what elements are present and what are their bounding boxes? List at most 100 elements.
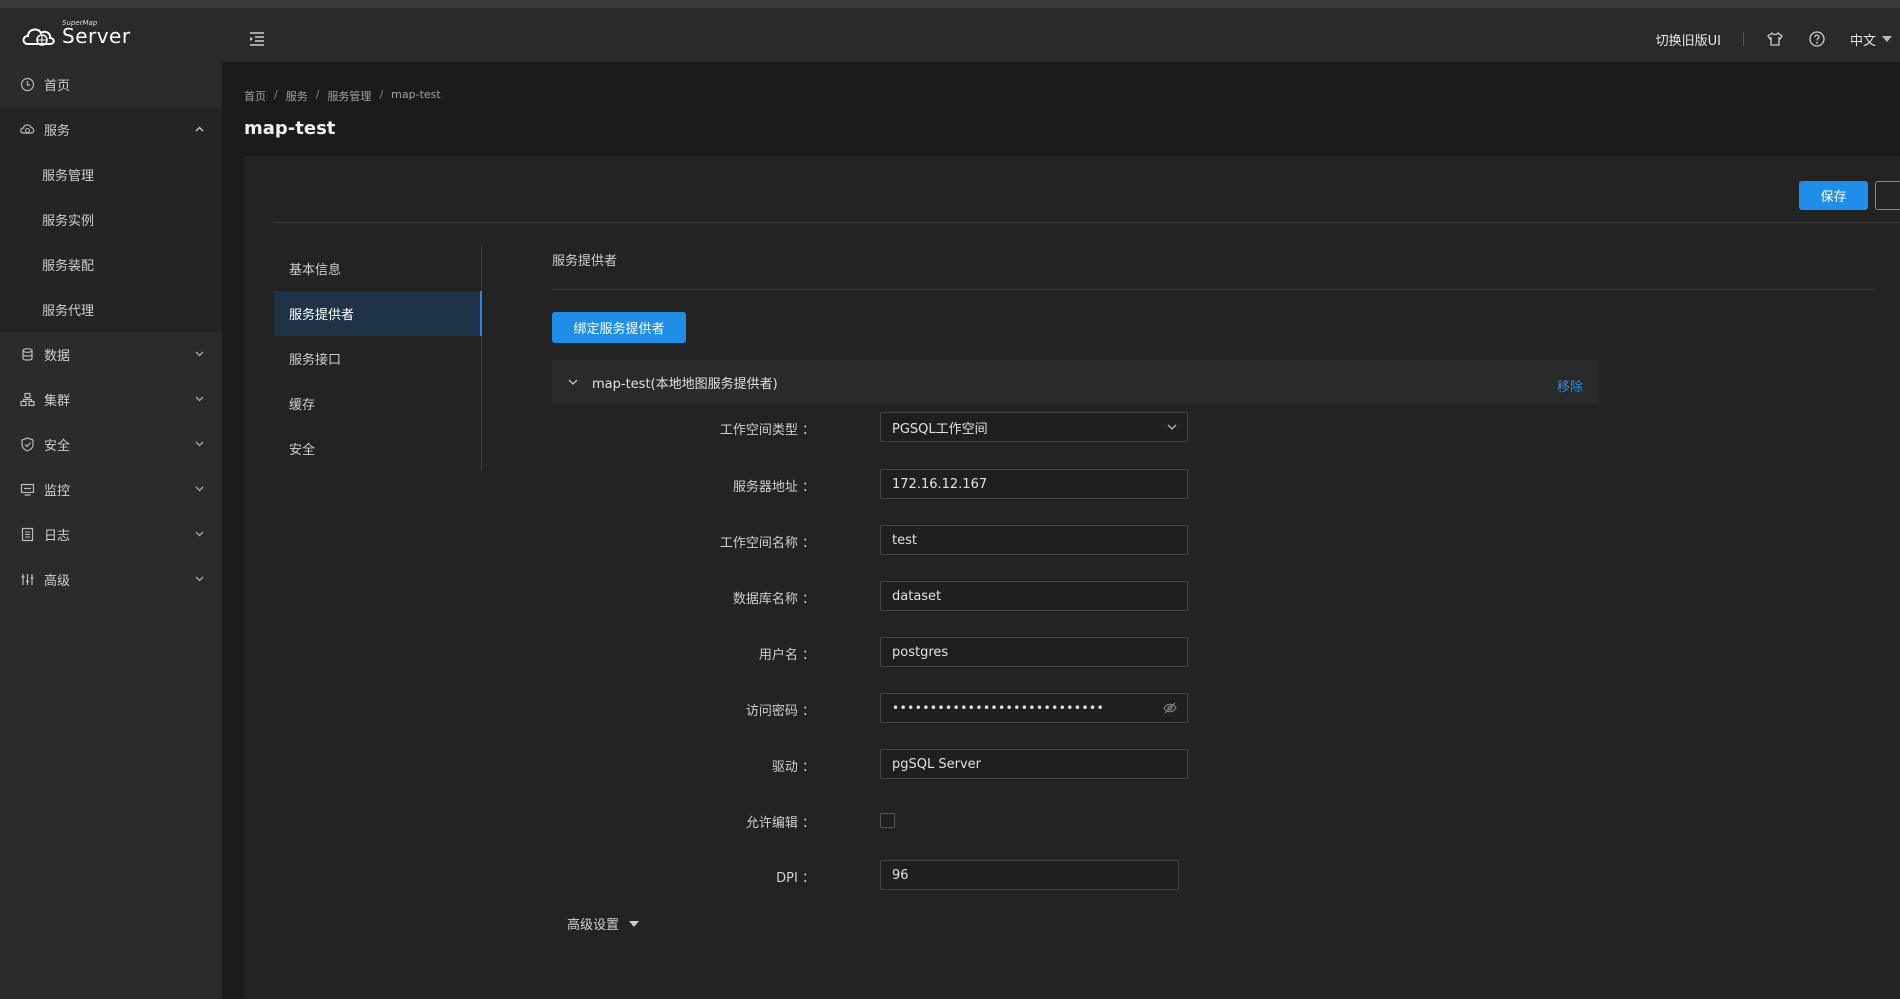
logo: SuperMap Server bbox=[20, 19, 131, 48]
form-row-allow-edit: 允许编辑 ： bbox=[552, 805, 1252, 835]
advanced-settings-toggle[interactable]: 高级设置 bbox=[567, 914, 640, 933]
chevron-up-icon bbox=[195, 126, 204, 132]
eye-hidden-icon[interactable] bbox=[1163, 702, 1177, 714]
sidebar-item-log[interactable]: 日志 bbox=[0, 512, 222, 557]
chevron-down-icon bbox=[568, 379, 578, 385]
advanced-icon bbox=[21, 574, 34, 585]
cluster-icon bbox=[20, 392, 35, 407]
sidebar-item-label: 数据 bbox=[44, 349, 71, 364]
form-row-workspace-name: 工作空间名称 ： test bbox=[552, 525, 1252, 555]
server-address-label: 服务器地址 ： bbox=[732, 480, 815, 495]
sidebar-item-monitor[interactable]: 监控 bbox=[0, 467, 222, 512]
log-icon bbox=[21, 527, 34, 542]
allow-edit-checkbox[interactable] bbox=[880, 813, 895, 828]
breadcrumb: 首页 / 服务 / 服务管理 / map-test bbox=[244, 88, 441, 104]
sidebar-item-service-management[interactable]: 服务管理 bbox=[0, 152, 222, 197]
app-root: SuperMap Server 切换旧版UI 中文 首页 服务 服务管理 服务实… bbox=[0, 0, 1900, 999]
sidebar: 首页 服务 服务管理 服务实例 服务装配 服务代理 数据 集群 安全 监控 日志… bbox=[0, 62, 222, 999]
sidebar-item-label: 日志 bbox=[44, 529, 71, 544]
server-address-input[interactable]: 172.16.12.167 bbox=[880, 469, 1188, 499]
tab-service-provider[interactable]: 服务提供者 bbox=[274, 291, 482, 336]
password-label: 访问密码 ： bbox=[745, 704, 815, 719]
section-divider bbox=[552, 289, 1874, 290]
help-icon[interactable] bbox=[1808, 30, 1826, 48]
database-icon bbox=[22, 348, 33, 361]
workspace-name-label: 工作空间名称 ： bbox=[719, 536, 815, 551]
chevron-down-icon bbox=[195, 531, 204, 537]
database-name-label: 数据库名称 ： bbox=[732, 592, 815, 607]
workspace-type-select[interactable]: PGSQL工作空间 bbox=[880, 412, 1188, 442]
secondary-action-button[interactable] bbox=[1875, 181, 1900, 210]
cloud-logo-icon bbox=[22, 28, 55, 46]
sidebar-item-label: 安全 bbox=[44, 439, 71, 454]
username-input[interactable]: postgres bbox=[880, 637, 1188, 667]
tab-basic-info[interactable]: 基本信息 bbox=[274, 246, 481, 291]
provider-panel-header[interactable]: map-test(本地地图服务提供者) bbox=[552, 360, 1599, 404]
sidebar-item-label: 首页 bbox=[44, 79, 71, 94]
bind-provider-button[interactable]: 绑定服务提供者 bbox=[552, 312, 686, 343]
switch-old-ui-link[interactable]: 切换旧版UI bbox=[1656, 30, 1721, 49]
chevron-down-icon bbox=[195, 576, 204, 582]
language-select[interactable]: 中文 bbox=[1850, 30, 1892, 49]
monitor-icon bbox=[20, 483, 35, 496]
chevron-down-icon bbox=[195, 486, 204, 492]
driver-input[interactable]: pgSQL Server bbox=[880, 749, 1188, 779]
sidebar-item-service-assembly[interactable]: 服务装配 bbox=[0, 242, 222, 287]
form-row-workspace-type: 工作空间类型 ： PGSQL工作空间 bbox=[552, 412, 1252, 442]
form-row-server-address: 服务器地址 ： 172.16.12.167 bbox=[552, 469, 1252, 499]
logo-small-text: SuperMap bbox=[62, 19, 98, 27]
sidebar-item-advanced[interactable]: 高级 bbox=[0, 557, 222, 602]
sidebar-item-service-proxy[interactable]: 服务代理 bbox=[0, 287, 222, 332]
sidebar-item-cluster[interactable]: 集群 bbox=[0, 377, 222, 422]
form-row-database-name: 数据库名称 ： dataset bbox=[552, 581, 1252, 611]
home-icon bbox=[20, 77, 35, 92]
breadcrumb-service[interactable]: 服务 bbox=[286, 88, 308, 104]
top-header: SuperMap Server 切换旧版UI 中文 bbox=[0, 0, 1900, 62]
sidebar-item-service-instances[interactable]: 服务实例 bbox=[0, 197, 222, 242]
caret-down-icon bbox=[629, 920, 640, 927]
dpi-input[interactable]: 96 bbox=[880, 860, 1179, 890]
menu-toggle-icon[interactable] bbox=[248, 30, 266, 48]
section-title: 服务提供者 bbox=[552, 254, 618, 269]
divider bbox=[274, 222, 1900, 223]
breadcrumb-current: map-test bbox=[391, 88, 441, 101]
breadcrumb-home[interactable]: 首页 bbox=[244, 88, 266, 104]
sidebar-item-security[interactable]: 安全 bbox=[0, 422, 222, 467]
sidebar-item-label: 高级 bbox=[44, 574, 71, 589]
shirt-theme-icon[interactable] bbox=[1766, 30, 1784, 48]
save-button[interactable]: 保存 bbox=[1799, 181, 1868, 210]
advanced-settings-label: 高级设置 bbox=[567, 918, 620, 933]
dpi-label: DPI ： bbox=[776, 871, 815, 886]
form-row-driver: 驱动 ： pgSQL Server bbox=[552, 749, 1252, 779]
workspace-type-value: PGSQL工作空间 bbox=[892, 421, 988, 437]
tab-security[interactable]: 安全 bbox=[274, 426, 481, 471]
sidebar-item-label: 集群 bbox=[44, 394, 71, 409]
sidebar-item-label: 监控 bbox=[44, 484, 71, 499]
workspace-name-input[interactable]: test bbox=[880, 525, 1188, 555]
logo-text: Server bbox=[62, 24, 131, 48]
form-row-dpi: DPI ： 96 bbox=[552, 860, 1252, 890]
settings-tabs: 基本信息 服务提供者 服务接口 缓存 安全 bbox=[274, 246, 482, 471]
chevron-down-icon bbox=[1167, 424, 1177, 430]
provider-panel-title: map-test(本地地图服务提供者) bbox=[592, 376, 778, 392]
sidebar-item-label: 服务 bbox=[44, 124, 71, 139]
tab-cache[interactable]: 缓存 bbox=[274, 381, 481, 426]
tab-service-interface[interactable]: 服务接口 bbox=[274, 336, 481, 381]
driver-label: 驱动 ： bbox=[771, 760, 815, 775]
page-title: map-test bbox=[244, 118, 336, 139]
chevron-down-icon bbox=[195, 396, 204, 402]
remove-provider-link[interactable]: 移除 bbox=[1557, 376, 1583, 395]
password-value: •••••••••••••••••••••••••••• bbox=[892, 701, 1105, 715]
sidebar-item-service[interactable]: 服务 bbox=[0, 107, 222, 152]
sidebar-item-home[interactable]: 首页 bbox=[0, 62, 222, 107]
header-divider bbox=[1742, 32, 1744, 46]
service-icon bbox=[20, 124, 35, 134]
password-input[interactable]: •••••••••••••••••••••••••••• bbox=[880, 693, 1188, 723]
sidebar-item-data[interactable]: 数据 bbox=[0, 332, 222, 377]
allow-edit-label: 允许编辑 ： bbox=[745, 816, 815, 831]
form-row-password: 访问密码 ： •••••••••••••••••••••••••••• bbox=[552, 693, 1252, 723]
breadcrumb-service-management[interactable]: 服务管理 bbox=[327, 88, 371, 104]
chevron-down-icon bbox=[1882, 36, 1892, 42]
database-name-input[interactable]: dataset bbox=[880, 581, 1188, 611]
shield-icon bbox=[21, 437, 34, 452]
